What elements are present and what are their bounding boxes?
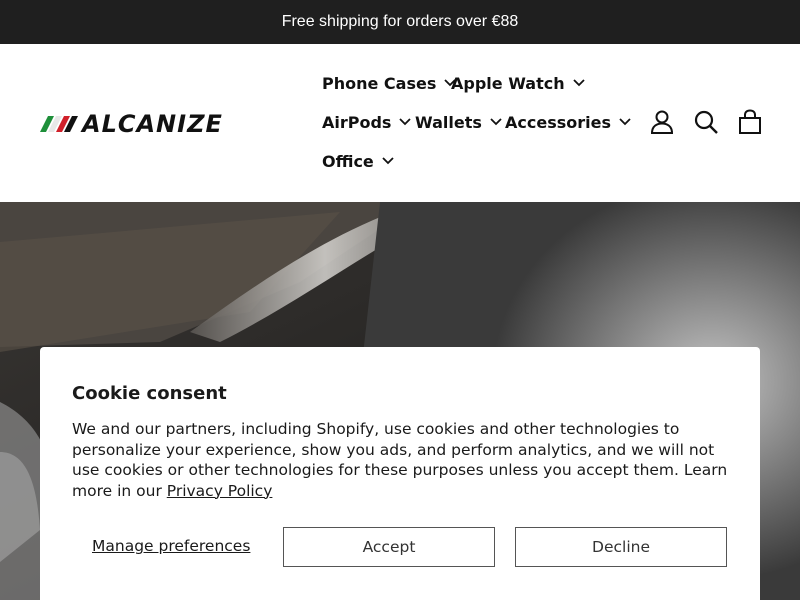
cookie-consent-dialog: Cookie consent We and our partners, incl…	[40, 347, 760, 600]
search-icon[interactable]	[693, 109, 719, 135]
chevron-down-icon	[399, 118, 412, 126]
nav-label: Phone Cases	[322, 73, 437, 93]
nav-wallets[interactable]: Wallets	[415, 110, 502, 134]
site-header: ALCANIZE Phone Cases Apple Watch AirPods…	[0, 44, 800, 202]
nav-apple-watch[interactable]: Apple Watch	[451, 71, 585, 95]
manage-preferences-link[interactable]: Manage preferences	[92, 537, 250, 555]
user-icon[interactable]	[649, 109, 675, 135]
cart-icon[interactable]	[737, 109, 763, 135]
accept-button[interactable]: Accept	[283, 527, 495, 567]
chevron-down-icon	[490, 118, 502, 126]
nav-office[interactable]: Office	[322, 149, 394, 173]
flag-stripes-icon	[40, 116, 78, 132]
chevron-down-icon	[572, 79, 585, 87]
cookie-title: Cookie consent	[72, 383, 227, 404]
brand-name: ALCANIZE	[82, 110, 223, 138]
decline-button[interactable]: Decline	[515, 527, 727, 567]
nav-label: Apple Watch	[451, 73, 565, 93]
chevron-down-icon	[619, 118, 631, 126]
nav-accessories[interactable]: Accessories	[505, 110, 631, 134]
nav-phone-cases[interactable]: Phone Cases	[322, 71, 456, 95]
privacy-policy-link[interactable]: Privacy Policy	[167, 482, 273, 500]
cookie-description: We and our partners, including Shopify, …	[72, 419, 732, 501]
announcement-text: Free shipping for orders over €88	[281, 13, 519, 30]
chevron-down-icon	[382, 157, 394, 165]
nav-label: Accessories	[505, 112, 611, 132]
brand-logo[interactable]: ALCANIZE	[40, 110, 223, 138]
nav-label: AirPods	[322, 112, 392, 132]
nav-label: Wallets	[415, 112, 482, 132]
announcement-bar: Free shipping for orders over €88	[0, 0, 800, 44]
nav-airpods[interactable]: AirPods	[322, 110, 412, 134]
nav-label: Office	[322, 151, 374, 171]
